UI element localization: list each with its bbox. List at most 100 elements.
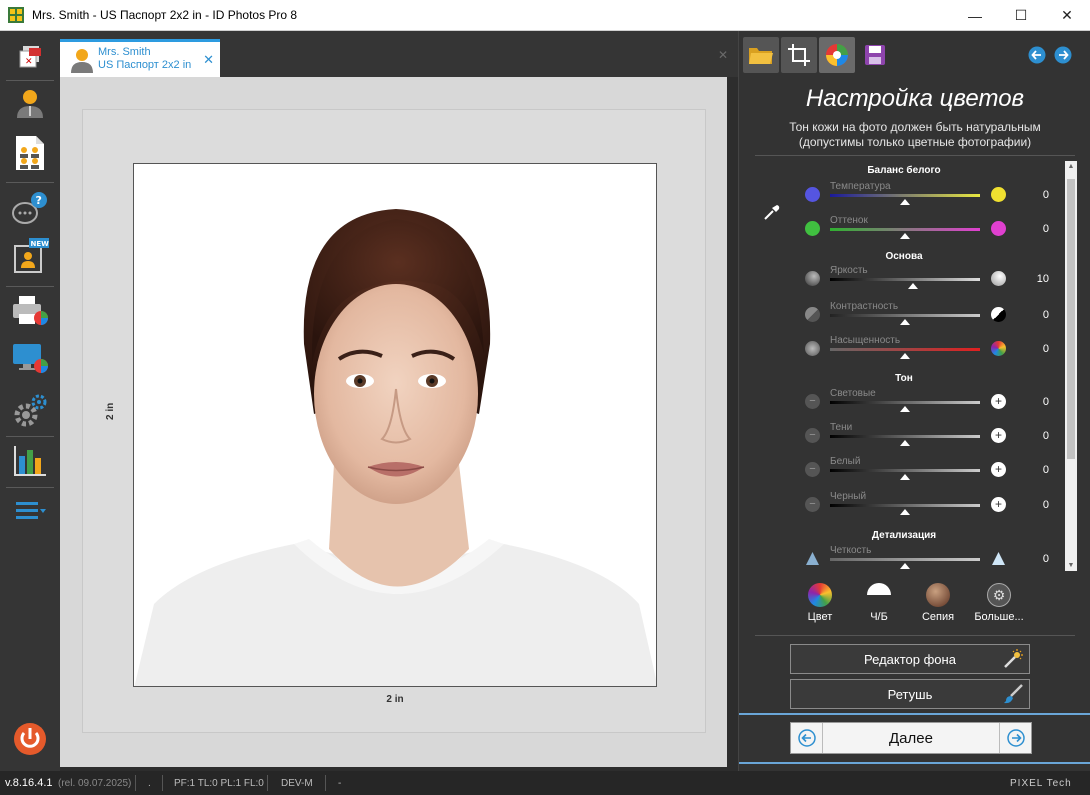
next-button[interactable]: Далее <box>790 722 1032 754</box>
mode-more-button[interactable]: ⚙ Больше... <box>969 583 1029 623</box>
print-icon[interactable] <box>10 291 50 331</box>
contrast-low-icon <box>805 307 820 322</box>
tint-slider[interactable]: Оттенок 0 <box>739 215 1069 249</box>
color-wheel-icon <box>826 44 848 66</box>
display-color-icon[interactable] <box>10 339 50 379</box>
tab-title-name: Mrs. Smith <box>98 46 151 58</box>
temperature-slider[interactable]: Температура 0 <box>739 181 1069 215</box>
highlights-track[interactable] <box>830 401 980 404</box>
title-bar: Mrs. Smith - US Паспорт 2x2 in - ID Phot… <box>0 0 1090 31</box>
saturation-value: 0 <box>1042 343 1049 355</box>
brightness-label: Яркость <box>830 265 868 276</box>
scroll-up-icon[interactable]: ▲ <box>1065 163 1077 170</box>
stats-chart-icon[interactable] <box>10 441 50 481</box>
contrast-track[interactable] <box>830 314 980 317</box>
contrast-thumb[interactable] <box>900 319 910 325</box>
contrast-high-icon <box>991 307 1006 322</box>
person-icon[interactable] <box>10 83 50 123</box>
shadows-thumb[interactable] <box>900 440 910 446</box>
plus-icon: + <box>991 428 1006 443</box>
toolbar-separator <box>6 436 54 437</box>
adjustment-scrollbar[interactable]: ▲ ▼ <box>1065 161 1077 571</box>
portrait-photo[interactable] <box>133 163 657 687</box>
brightness-thumb[interactable] <box>907 283 918 289</box>
menu-icon[interactable] <box>10 491 50 531</box>
shadows-value: 0 <box>1042 430 1049 442</box>
mode-sepia-button[interactable]: Сепия <box>908 583 968 623</box>
retouch-label: Ретушь <box>887 686 933 702</box>
section-white-balance: Баланс белого <box>867 165 941 176</box>
saturation-slider[interactable]: Насыщенность 0 <box>739 335 1069 369</box>
whites-thumb[interactable] <box>900 474 910 480</box>
strip-close-button[interactable]: ✕ <box>718 48 728 62</box>
new-id-template-icon[interactable]: NEW <box>10 237 50 277</box>
close-project-icon[interactable]: ✕ <box>10 37 50 77</box>
next-back-button[interactable] <box>791 723 823 753</box>
document-tab[interactable]: Mrs. Smith US Паспорт 2x2 in ✕ <box>60 39 220 77</box>
brush-icon <box>1004 684 1023 704</box>
forward-step-button[interactable] <box>1051 37 1075 73</box>
highlights-label: Световые <box>830 388 876 399</box>
divider <box>755 155 1075 156</box>
color-settings-button[interactable] <box>819 37 855 73</box>
maximize-button[interactable]: ☐ <box>998 0 1044 31</box>
plus-icon: + <box>991 394 1006 409</box>
settings-icon[interactable] <box>10 391 50 431</box>
background-editor-button[interactable]: Редактор фона <box>790 644 1030 674</box>
mode-color-button[interactable]: Цвет <box>790 583 850 623</box>
help-chat-icon[interactable]: ? <box>10 189 50 229</box>
shadows-track[interactable] <box>830 435 980 438</box>
shadows-slider[interactable]: − Тени + 0 <box>739 422 1069 456</box>
panel-title: Настройка цветов <box>805 85 1025 112</box>
whites-track[interactable] <box>830 469 980 472</box>
sharpness-thumb[interactable] <box>900 563 910 569</box>
temperature-track[interactable] <box>830 194 980 197</box>
save-button[interactable] <box>857 37 893 73</box>
back-step-button[interactable] <box>1025 37 1049 73</box>
app-logo-icon <box>8 7 24 23</box>
sharpness-label: Четкость <box>830 545 872 556</box>
blacks-slider[interactable]: − Черный + 0 <box>739 491 1069 525</box>
temperature-thumb[interactable] <box>900 199 910 205</box>
temperature-label: Температура <box>830 181 891 192</box>
new-badge: NEW <box>31 240 50 248</box>
toolbar-separator <box>6 286 54 287</box>
power-icon[interactable] <box>10 719 50 759</box>
whites-slider[interactable]: − Белый + 0 <box>739 456 1069 490</box>
saturation-thumb[interactable] <box>900 353 910 359</box>
scroll-down-icon[interactable]: ▼ <box>1065 562 1077 569</box>
status-separator <box>135 775 136 791</box>
tab-title-template: US Паспорт 2x2 in <box>98 59 192 71</box>
arrow-left-circle-icon <box>797 729 816 747</box>
svg-text:✕: ✕ <box>25 57 33 67</box>
tint-thumb[interactable] <box>900 233 910 239</box>
blacks-track[interactable] <box>830 504 980 507</box>
highlights-thumb[interactable] <box>900 406 910 412</box>
minimize-button[interactable]: — <box>952 0 998 31</box>
photo-workspace: 2 in 2 in <box>60 77 727 767</box>
contrast-slider[interactable]: Контрастность 0 <box>739 301 1069 335</box>
highlights-slider[interactable]: − Световые + 0 <box>739 388 1069 422</box>
arrow-left-icon <box>1028 46 1046 64</box>
blacks-thumb[interactable] <box>900 509 910 515</box>
scrollbar-thumb[interactable] <box>1067 179 1075 459</box>
sharpness-slider[interactable]: Четкость 0 <box>739 545 1069 579</box>
sepia-mode-icon <box>926 583 950 607</box>
warm-icon <box>991 187 1006 202</box>
tint-track[interactable] <box>830 228 980 231</box>
photo-sheet-icon[interactable] <box>10 133 50 173</box>
brightness-slider[interactable]: Яркость 10 <box>739 265 1069 299</box>
retouch-button[interactable]: Ретушь <box>790 679 1030 709</box>
open-folder-button[interactable] <box>743 37 779 73</box>
tab-close-button[interactable]: ✕ <box>203 52 214 68</box>
saturation-track[interactable] <box>830 348 980 351</box>
brightness-track[interactable] <box>830 278 980 281</box>
brightness-high-icon <box>991 271 1006 286</box>
arrow-right-circle-icon <box>1006 729 1025 747</box>
crop-button[interactable] <box>781 37 817 73</box>
sharpness-track[interactable] <box>830 558 980 561</box>
close-window-button[interactable]: ✕ <box>1044 0 1090 31</box>
next-forward-button[interactable] <box>999 723 1031 753</box>
mode-bw-button[interactable]: Ч/Б <box>849 583 909 623</box>
left-toolbar: ✕ ? NEW <box>0 31 60 771</box>
